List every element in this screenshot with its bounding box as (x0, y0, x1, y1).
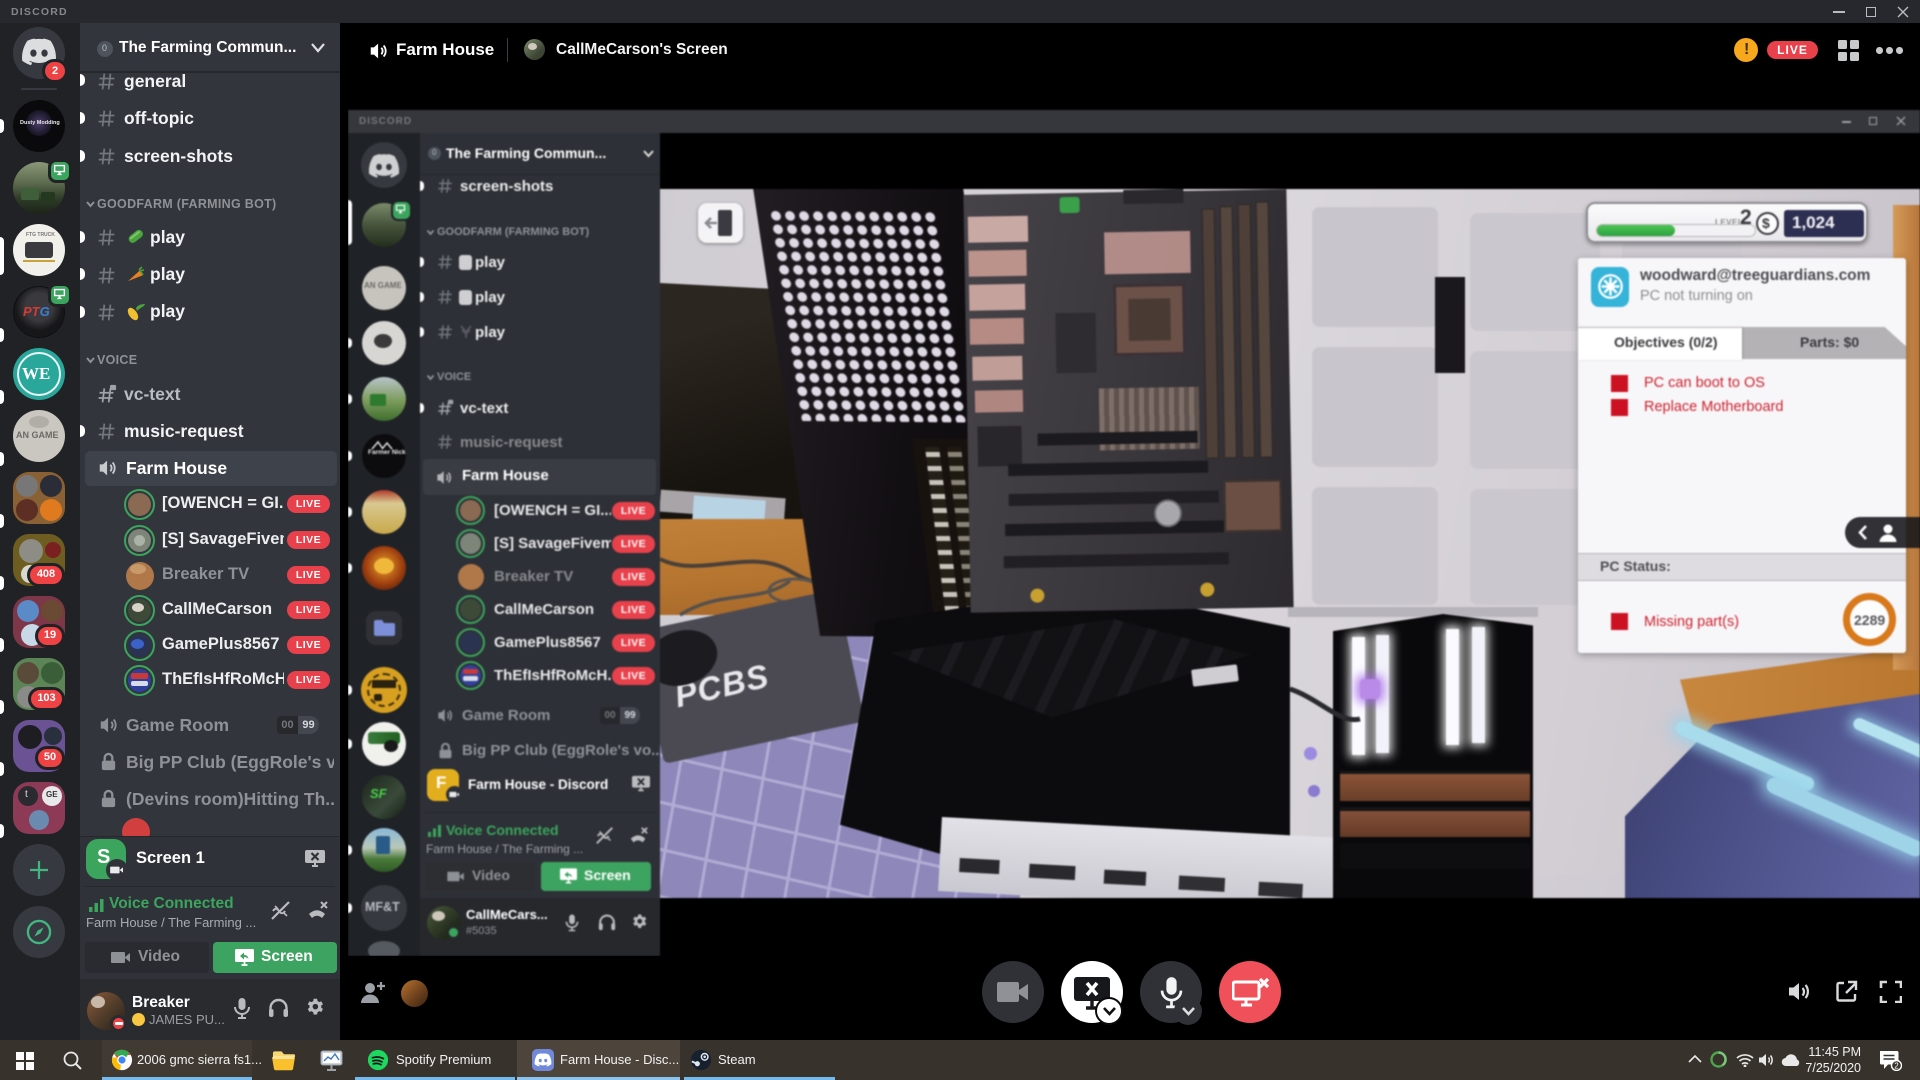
svg-text:2: 2 (1894, 1062, 1899, 1071)
